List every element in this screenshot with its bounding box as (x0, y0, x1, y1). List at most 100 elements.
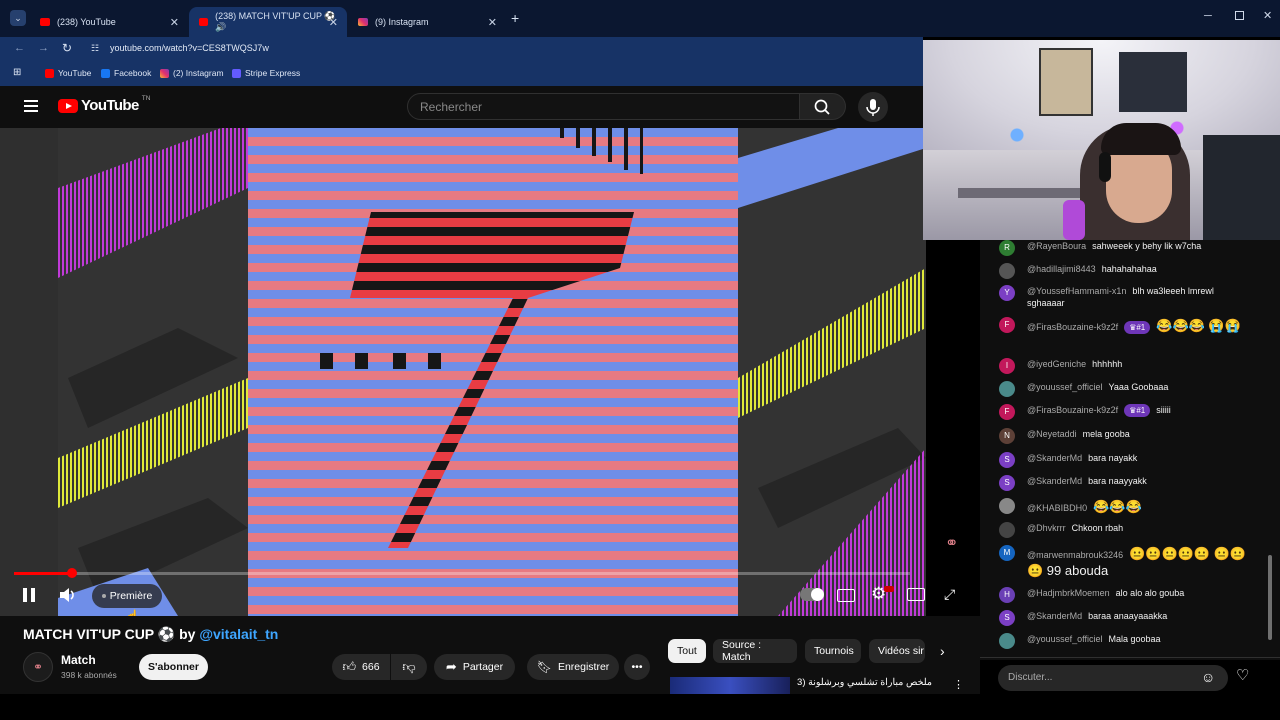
chat-author[interactable]: @FirasBouzaine-k9z2f (1027, 322, 1118, 332)
channel-link[interactable]: @vitalait_tn (199, 626, 278, 642)
chips-next-chevron-icon[interactable]: › (940, 643, 945, 659)
more-horizontal-icon: ••• (631, 661, 643, 673)
recommended-more-icon[interactable]: ⋮ (953, 678, 964, 691)
hamburger-menu-icon[interactable] (24, 100, 38, 112)
chat-avatar[interactable]: S (999, 475, 1015, 491)
chat-avatar[interactable]: R (999, 240, 1015, 256)
youtube-logo[interactable]: YouTube TN (58, 95, 150, 114)
tab-instagram[interactable]: (9) Instagram ✕ (348, 7, 506, 37)
chat-author[interactable]: @HadjmbrkMoemen (1027, 588, 1110, 598)
youtube-play-icon (58, 98, 78, 113)
chat-author[interactable]: @hadillajimi8443 (1027, 264, 1096, 274)
microphone-prop (1063, 200, 1085, 240)
chat-avatar[interactable]: S (999, 610, 1015, 626)
chat-avatar[interactable] (999, 633, 1015, 649)
bookmark-facebook[interactable]: Facebook (101, 68, 151, 78)
tab-match-vitup[interactable]: (238) MATCH VIT'UP CUP ⚽ 🔊 ✕ (189, 7, 347, 37)
hd-badge (884, 586, 894, 592)
search-input[interactable]: Rechercher (407, 93, 800, 120)
save-button[interactable]: 🔖︎ Enregistrer (527, 654, 619, 680)
crown-rank-badge: ♛#1 (1124, 404, 1151, 417)
theater-mode-icon[interactable] (907, 588, 925, 601)
back-arrow-icon[interactable]: ← (14, 42, 25, 54)
chat-author[interactable]: @SkanderMd (1027, 611, 1082, 621)
volume-button[interactable] (58, 586, 78, 604)
voice-search-button[interactable] (858, 92, 888, 122)
chat-avatar[interactable] (999, 498, 1015, 514)
forward-arrow-icon[interactable]: → (38, 42, 49, 54)
site-info-icon[interactable]: ☷ (91, 43, 99, 54)
bookmark-stripe[interactable]: Stripe Express (232, 68, 300, 78)
subtitles-icon[interactable] (837, 589, 855, 602)
chat-author[interactable]: @SkanderMd (1027, 453, 1082, 463)
channel-avatar[interactable]: ⚭ (23, 652, 53, 682)
chat-message-body: @iyedGeniche hhhhhh (1027, 358, 1250, 370)
search-icon (814, 99, 830, 115)
chat-avatar[interactable]: H (999, 587, 1015, 603)
restore-icon[interactable] (1235, 11, 1244, 20)
recommended-thumbnail[interactable] (670, 677, 790, 694)
chat-author[interactable]: @marwenmabrouk3246 (1027, 550, 1123, 560)
chat-author[interactable]: @youussef_officiel (1027, 634, 1103, 644)
fullscreen-icon[interactable]: ⤢ (944, 587, 955, 601)
tab-close-icon[interactable]: ✕ (488, 16, 497, 29)
chat-avatar[interactable]: F (999, 317, 1015, 333)
more-actions-button[interactable]: ••• (624, 654, 650, 680)
recommended-title[interactable]: ملخص مباراة تشلسي وبرشلونة (3-0) | (797, 677, 932, 688)
share-button[interactable]: ➦ Partager (434, 654, 515, 680)
minimize-icon[interactable]: ─ (1204, 10, 1212, 22)
channel-watermark-icon[interactable]: ⚭ (945, 533, 969, 553)
channel-name[interactable]: Match (61, 653, 96, 667)
progress-bar-track[interactable] (14, 572, 910, 575)
chat-scrollbar[interactable] (1268, 555, 1272, 640)
heart-icon[interactable]: ♡ (1236, 668, 1249, 683)
chat-author[interactable]: @iyedGeniche (1027, 359, 1086, 369)
autoplay-toggle[interactable] (800, 588, 824, 601)
tab-youtube[interactable]: (238) YouTube ✕ (30, 7, 188, 37)
thumbs-down-icon: 👎︎ (402, 659, 416, 674)
search-button[interactable] (800, 93, 846, 120)
new-tab-plus-icon[interactable]: + (511, 11, 519, 25)
chip-tournois[interactable]: Tournois (805, 639, 861, 663)
close-window-icon[interactable]: ✕ (1263, 9, 1272, 22)
chat-avatar[interactable]: M (999, 545, 1015, 561)
chat-author[interactable]: @Neyetaddi (1027, 429, 1077, 439)
chat-author[interactable]: @Dhvkrrr (1027, 523, 1066, 533)
bookmark-label: Stripe Express (245, 68, 301, 78)
subscribe-button[interactable]: S'abonner (139, 654, 208, 680)
chat-avatar[interactable]: I (999, 358, 1015, 374)
like-button[interactable]: 👍︎ 666 (332, 654, 390, 680)
chat-avatar[interactable] (999, 263, 1015, 279)
emoji-picker-icon[interactable]: ☺ (1201, 670, 1215, 684)
chat-avatar[interactable]: F (999, 404, 1015, 420)
tab-search-button[interactable]: ⌄ (10, 10, 26, 26)
chat-avatar[interactable]: Y (999, 285, 1015, 301)
chat-input[interactable]: Discuter... (998, 665, 1228, 691)
chat-avatar[interactable] (999, 381, 1015, 397)
chat-author[interactable]: @youussef_officiel (1027, 382, 1103, 392)
chip-videos[interactable]: Vidéos sir (869, 639, 925, 663)
chat-avatar[interactable]: N (999, 428, 1015, 444)
tab-close-icon[interactable]: ✕ (329, 16, 338, 29)
tab-close-icon[interactable]: ✕ (170, 16, 179, 29)
chat-avatar[interactable] (999, 522, 1015, 538)
chat-author[interactable]: @FirasBouzaine-k9z2f (1027, 405, 1118, 415)
chat-author[interactable]: @YoussefHammami-x1n (1027, 286, 1126, 296)
browser-tab-strip: ⌄ (238) YouTube ✕ (238) MATCH VIT'UP CUP… (0, 0, 1280, 37)
bookmark-instagram[interactable]: (2) Instagram (160, 68, 224, 78)
chat-message: @youussef_officiel Yaaa Goobaaa (980, 381, 1250, 397)
chat-avatar[interactable]: S (999, 452, 1015, 468)
chat-author[interactable]: @RayenBoura (1027, 241, 1086, 251)
chat-author[interactable]: @SkanderMd (1027, 476, 1082, 486)
address-bar-url[interactable]: youtube.com/watch?v=CES8TWQSJ7w (110, 43, 269, 53)
chat-message-body: @KHABIBDH0 😂😂😂 (1027, 498, 1250, 515)
bookmark-youtube[interactable]: YouTube (45, 68, 91, 78)
dislike-button[interactable]: 👎︎ (391, 654, 427, 680)
chip-all[interactable]: Tout (668, 639, 706, 663)
reload-icon[interactable]: ↻ (62, 41, 72, 55)
apps-grid-icon[interactable]: ⊞ (13, 67, 21, 78)
chat-author[interactable]: @KHABIBDH0 (1027, 503, 1087, 513)
pause-button[interactable] (23, 588, 36, 602)
chip-source-match[interactable]: Source : Match (713, 639, 797, 663)
like-count: 666 (362, 661, 380, 673)
